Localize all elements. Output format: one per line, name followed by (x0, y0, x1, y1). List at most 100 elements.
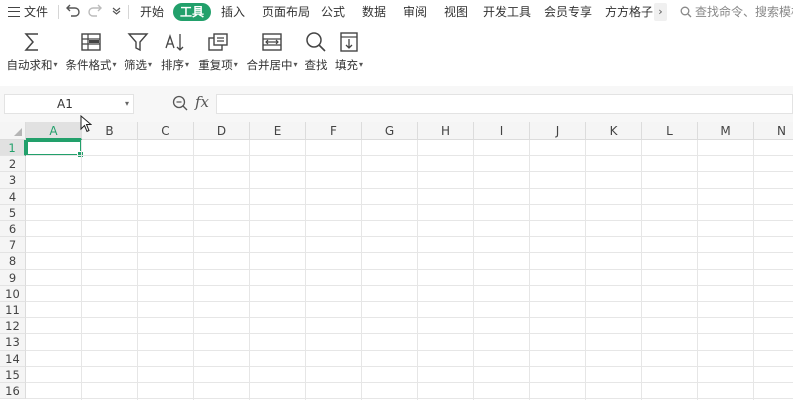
fill-down-icon (340, 32, 358, 52)
zoom-formula-icon[interactable] (172, 95, 188, 111)
dropdown-caret-icon: ▾ (112, 60, 117, 69)
column-header-j[interactable]: J (530, 122, 586, 140)
row-gridline (26, 252, 793, 254)
insert-function-icon[interactable]: fx (195, 93, 209, 111)
row-gridline (26, 187, 793, 189)
row-gridline (26, 203, 793, 205)
row-gridline (26, 171, 793, 173)
name-box[interactable]: A1 ▾ (4, 94, 134, 114)
column-gridline (585, 140, 586, 400)
more-tabs-chevron-icon[interactable]: › (654, 3, 667, 21)
dropdown-caret-icon: ▾ (293, 60, 298, 69)
quick-access-dropdown-icon[interactable] (112, 0, 121, 24)
row-gridline (26, 317, 793, 319)
row-header-16[interactable]: 16 (0, 383, 26, 400)
row-header-4[interactable]: 4 (0, 188, 26, 205)
column-header-g[interactable]: G (362, 122, 418, 140)
column-header-n[interactable]: N (754, 122, 793, 140)
find-label: 查找 (304, 58, 328, 72)
row-header-5[interactable]: 5 (0, 204, 26, 221)
name-box-value: A1 (57, 97, 73, 111)
column-header-c[interactable]: C (138, 122, 194, 140)
row-header-9[interactable]: 9 (0, 269, 26, 286)
tab-view[interactable]: 视图 (444, 0, 468, 24)
mouse-pointer-icon (80, 115, 92, 133)
row-header-1[interactable]: 1 (0, 140, 26, 157)
column-header-i[interactable]: I (474, 122, 530, 140)
row-gridline (26, 398, 793, 400)
conditional-format-button[interactable]: 条件格式▾ (63, 28, 119, 80)
column-header-l[interactable]: L (642, 122, 698, 140)
row-header-2[interactable]: 2 (0, 156, 26, 173)
tab-formulas[interactable]: 公式 (321, 0, 345, 24)
formula-bar: A1 ▾ fx (0, 86, 793, 122)
column-header-f[interactable]: F (306, 122, 362, 140)
row-header-15[interactable]: 15 (0, 366, 26, 383)
column-header-k[interactable]: K (586, 122, 642, 140)
row-header-13[interactable]: 13 (0, 334, 26, 351)
search-icon (680, 6, 692, 18)
duplicates-button[interactable]: 重复项▾ (196, 28, 240, 80)
tab-insert[interactable]: 插入 (221, 0, 245, 24)
tab-review[interactable]: 审阅 (403, 0, 427, 24)
tab-data[interactable]: 数据 (362, 0, 386, 24)
row-gridline (26, 284, 793, 286)
redo-icon[interactable] (88, 0, 102, 24)
row-header-14[interactable]: 14 (0, 350, 26, 367)
row-gridline (26, 268, 793, 270)
spreadsheet-grid[interactable]: ABCDEFGHIJKLMN 1 2 3 4 5 6 7 8 9 10 11 12 13 14 15 16 (0, 122, 793, 400)
divider (58, 5, 59, 19)
column-gridline (417, 140, 418, 400)
sort-icon (165, 33, 184, 51)
row-header-11[interactable]: 11 (0, 302, 26, 319)
dropdown-caret-icon: ▾ (233, 60, 238, 69)
formula-input[interactable] (216, 94, 793, 114)
cell-area[interactable] (26, 140, 793, 400)
duplicates-icon (208, 33, 228, 51)
column-header-d[interactable]: D (194, 122, 250, 140)
active-cell-a1[interactable] (26, 140, 84, 158)
autosum-label: 自动求和 (6, 58, 53, 72)
row-header-12[interactable]: 12 (0, 318, 26, 335)
file-menu-label: 文件 (24, 5, 49, 19)
row-gridline (26, 220, 793, 221)
search-placeholder: 查找命令、搜索模板 (695, 5, 793, 19)
autosum-button[interactable]: 自动求和▾ (4, 28, 60, 80)
tab-tools[interactable]: 工具 (173, 3, 212, 21)
column-header-m[interactable]: M (698, 122, 754, 140)
filter-button[interactable]: 筛选▾ (120, 28, 156, 80)
tab-member[interactable]: 会员专享 (544, 0, 592, 24)
divider (128, 5, 129, 19)
column-gridline (305, 140, 306, 400)
row-header-3[interactable]: 3 (0, 172, 26, 189)
filter-icon (127, 33, 149, 52)
row-gridline (26, 382, 793, 383)
tab-fangfang-gezi[interactable]: 方方格子 (605, 0, 653, 24)
tab-page-layout[interactable]: 页面布局 (262, 0, 310, 24)
tab-start[interactable]: 开始 (140, 0, 164, 24)
column-gridline (473, 140, 474, 400)
column-gridline (137, 140, 138, 400)
column-header-a[interactable]: A (26, 122, 82, 140)
undo-icon[interactable] (66, 0, 80, 24)
row-header-8[interactable]: 8 (0, 253, 26, 270)
column-header-e[interactable]: E (250, 122, 306, 140)
command-search[interactable]: 查找命令、搜索模板 (680, 0, 793, 24)
row-gridline (26, 333, 793, 335)
merge-center-button[interactable]: 合并居中▾ (244, 28, 300, 80)
row-header-10[interactable]: 10 (0, 285, 26, 302)
row-header-7[interactable]: 7 (0, 237, 26, 254)
select-all-corner[interactable] (0, 122, 26, 140)
column-header-h[interactable]: H (418, 122, 474, 140)
row-header-6[interactable]: 6 (0, 221, 26, 238)
find-button[interactable]: 查找 (302, 28, 330, 80)
tab-developer[interactable]: 开发工具 (483, 0, 531, 24)
row-gridline (26, 236, 793, 238)
fill-button[interactable]: 填充▾ (333, 28, 365, 80)
name-box-dropdown-icon[interactable]: ▾ (125, 95, 129, 113)
column-gridline (361, 140, 362, 400)
conditional-format-icon (81, 33, 101, 51)
sort-button[interactable]: 排序▾ (158, 28, 192, 80)
file-menu-button[interactable]: 文件 (8, 0, 48, 24)
sort-label: 排序 (160, 58, 184, 72)
